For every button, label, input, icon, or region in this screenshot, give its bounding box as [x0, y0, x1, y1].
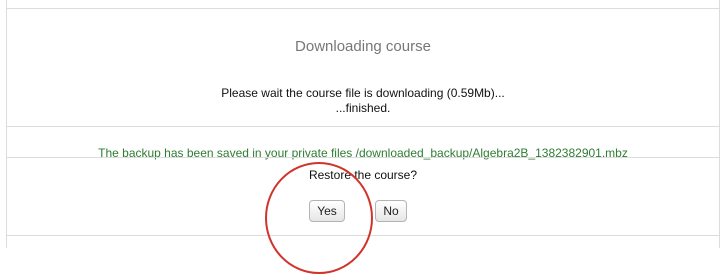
restore-question: Restore the course?	[308, 168, 418, 182]
finished-message: ...finished.	[335, 101, 391, 115]
page-title: Downloading course	[295, 38, 431, 55]
wait-message: Please wait the course file is downloadi…	[221, 86, 505, 100]
yes-button[interactable]: Yes	[309, 200, 345, 222]
no-button[interactable]: No	[375, 200, 407, 222]
restore-box: Restore the course? Yes No	[7, 157, 719, 236]
download-status-box: Downloading course Please wait the cours…	[7, 8, 719, 127]
download-panel: Downloading course Please wait the cours…	[6, 0, 720, 248]
